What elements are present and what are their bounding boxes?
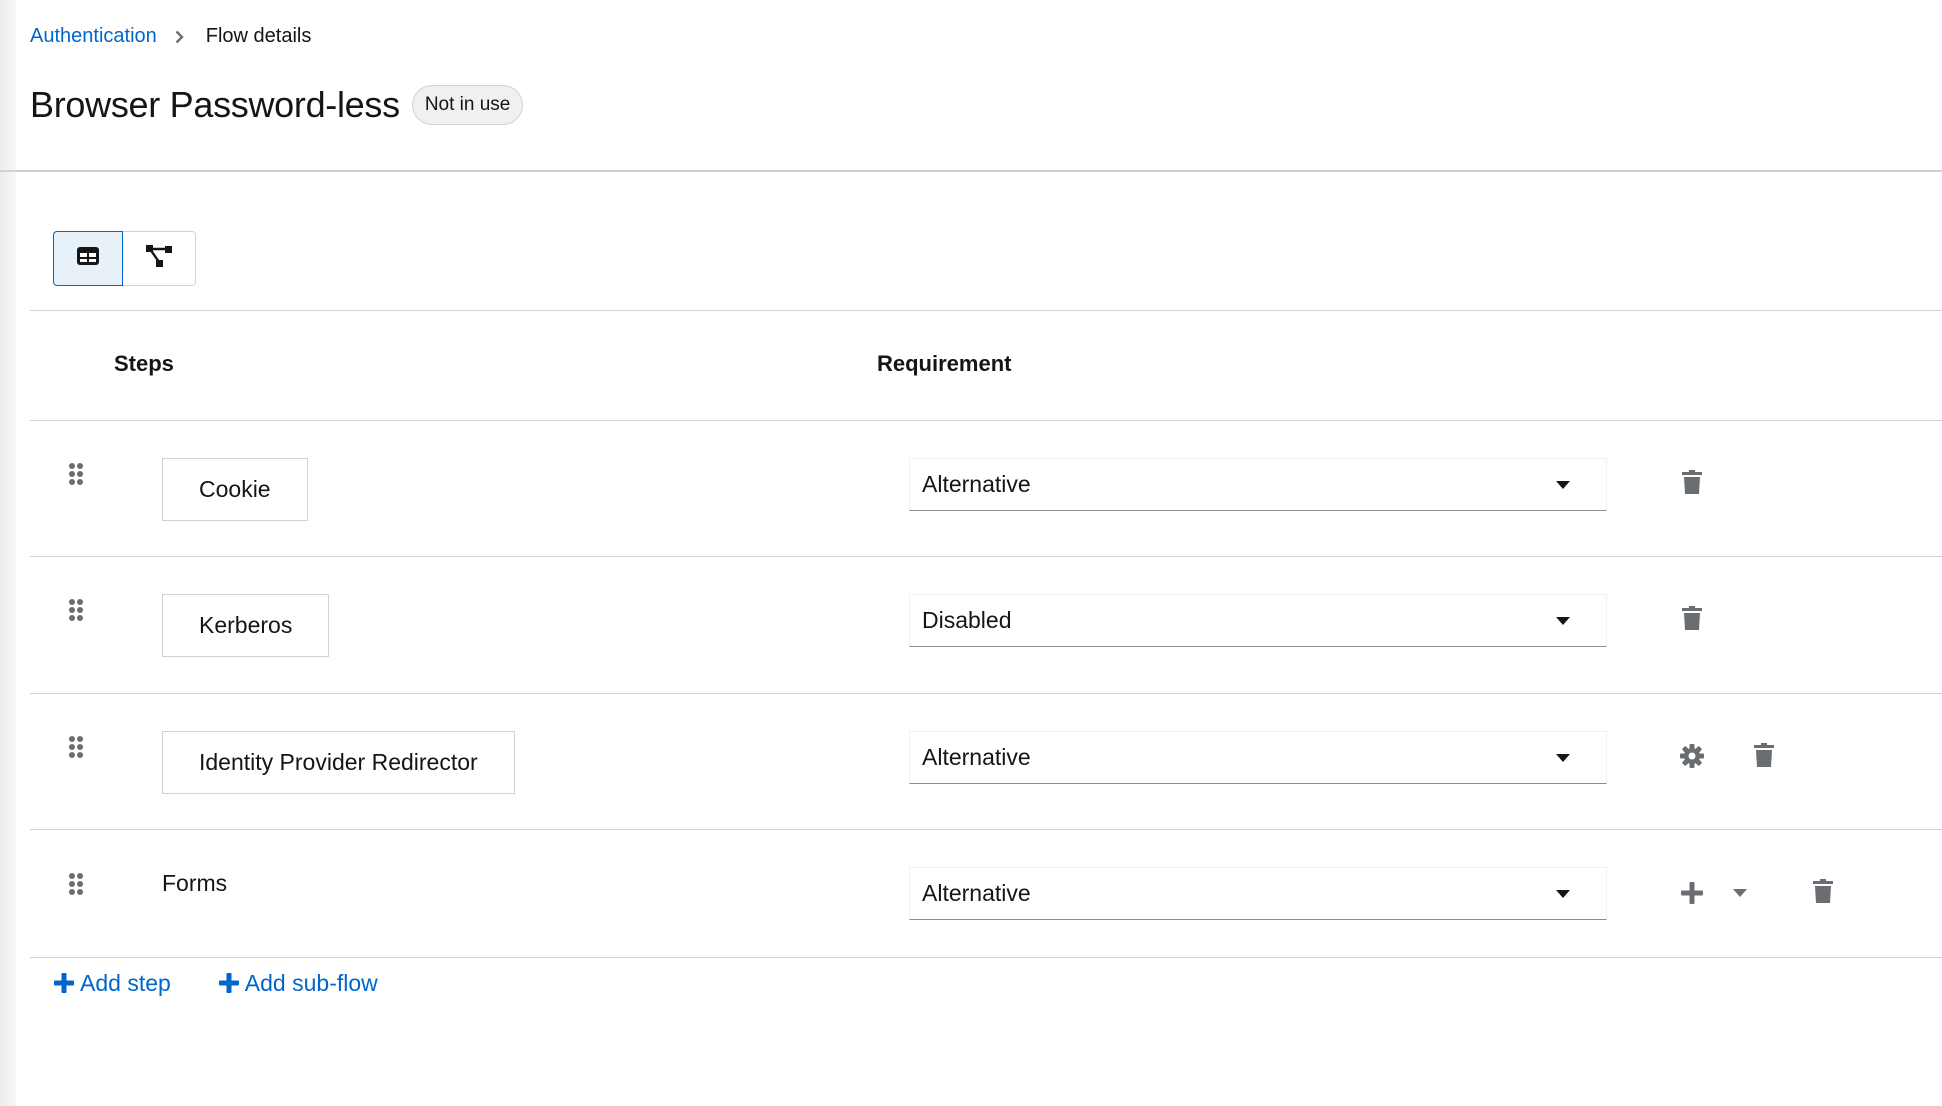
step-name-button[interactable]: Cookie <box>162 458 308 521</box>
add-dropdown-toggle[interactable] <box>1724 877 1756 909</box>
caret-down-icon <box>1733 889 1747 897</box>
gear-icon <box>1680 744 1704 768</box>
requirement-select[interactable]: Alternative <box>909 731 1607 784</box>
add-step-button[interactable]: Add step <box>54 970 171 997</box>
caret-down-icon <box>1556 889 1570 898</box>
chevron-right-icon <box>175 30 184 44</box>
header-divider <box>0 170 1942 172</box>
drag-handle-icon[interactable] <box>68 735 84 759</box>
table-icon <box>77 247 99 270</box>
breadcrumb: Authentication Flow details <box>30 25 311 48</box>
trash-icon <box>1754 743 1774 767</box>
left-gutter <box>0 0 16 1106</box>
status-badge: Not in use <box>411 85 524 125</box>
drag-handle-icon[interactable] <box>68 462 84 486</box>
delete-button[interactable] <box>1748 739 1780 771</box>
breadcrumb-current: Flow details <box>205 25 312 47</box>
caret-down-icon <box>1556 616 1570 625</box>
requirement-select[interactable]: Disabled <box>909 594 1607 647</box>
add-subflow-button[interactable]: Add sub-flow <box>218 969 378 997</box>
page-title: Browser Password-less <box>30 84 400 125</box>
trash-icon <box>1813 879 1833 903</box>
delete-button[interactable] <box>1676 602 1708 634</box>
diagram-view-toggle[interactable] <box>123 231 196 286</box>
page-header: Browser Password-less Not in use <box>30 84 524 126</box>
view-toggle-group <box>53 231 196 286</box>
requirement-select-value: Alternative <box>922 744 1031 770</box>
plus-icon <box>218 973 239 993</box>
requirement-select[interactable]: Alternative <box>909 867 1607 920</box>
plus-icon <box>1681 882 1703 904</box>
table-row: Identity Provider Redirector Alternative <box>30 694 1942 830</box>
trash-icon <box>1682 470 1702 494</box>
drag-handle-icon[interactable] <box>68 598 84 622</box>
delete-button[interactable] <box>1676 466 1708 498</box>
settings-button[interactable] <box>1676 740 1708 772</box>
table-row: Cookie Alternative <box>30 421 1942 557</box>
table-header: Steps Requirement <box>30 311 1942 420</box>
table-footer-actions: Add step Add sub-flow <box>30 957 378 1009</box>
caret-down-icon <box>1556 753 1570 762</box>
add-execution-button[interactable] <box>1676 877 1708 909</box>
topology-icon <box>146 245 172 272</box>
table-row: Forms Alternative <box>30 830 1942 958</box>
caret-down-icon <box>1556 480 1570 489</box>
requirement-select-value: Alternative <box>922 880 1031 906</box>
flow-steps-table: Steps Requirement Cookie Alternative Ker… <box>30 310 1942 958</box>
column-header-requirement: Requirement <box>877 351 1012 376</box>
table-row: Kerberos Disabled <box>30 557 1942 694</box>
requirement-select[interactable]: Alternative <box>909 458 1607 511</box>
step-name-button[interactable]: Identity Provider Redirector <box>162 731 515 794</box>
requirement-select-value: Disabled <box>922 607 1012 633</box>
trash-icon <box>1682 606 1702 630</box>
step-name-button[interactable]: Kerberos <box>162 594 330 657</box>
add-subflow-label: Add sub-flow <box>244 969 378 996</box>
subflow-name: Forms <box>162 870 228 896</box>
add-step-label: Add step <box>80 969 171 996</box>
drag-handle-icon[interactable] <box>68 872 84 896</box>
breadcrumb-authentication-link[interactable]: Authentication <box>30 25 157 48</box>
delete-button[interactable] <box>1807 875 1839 907</box>
plus-icon <box>54 973 74 993</box>
column-header-steps: Steps <box>114 351 174 376</box>
requirement-select-value: Alternative <box>922 471 1031 497</box>
table-view-toggle[interactable] <box>53 231 123 286</box>
